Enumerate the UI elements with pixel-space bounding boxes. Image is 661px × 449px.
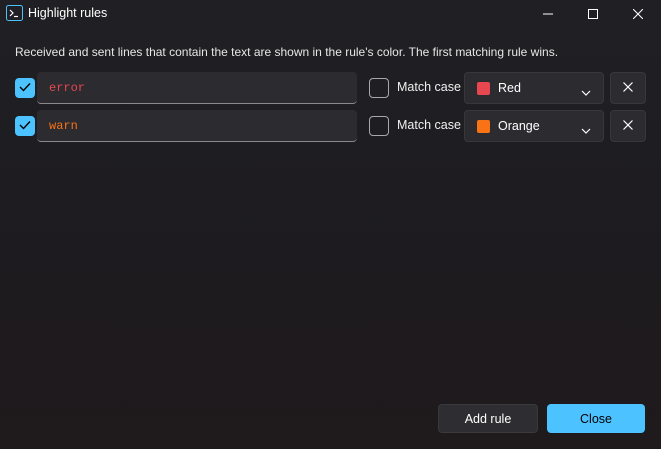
close-button[interactable]: Close [547, 404, 645, 433]
minimize-button[interactable] [525, 0, 571, 30]
window-close-button[interactable] [615, 0, 661, 30]
chevron-down-icon [581, 122, 591, 134]
rule-enabled-checkbox[interactable] [15, 78, 35, 98]
rule-pattern-text: warn [49, 118, 78, 133]
color-name: Red [498, 81, 521, 95]
title-bar: Highlight rules [0, 0, 661, 30]
close-icon [632, 6, 644, 24]
rule-pattern-text: error [49, 80, 86, 95]
add-rule-button[interactable]: Add rule [438, 404, 538, 433]
rule-pattern-input[interactable]: warn [37, 110, 357, 142]
maximize-button[interactable] [570, 0, 616, 30]
color-swatch [477, 82, 490, 95]
checkmark-icon [19, 117, 31, 135]
match-case-checkbox[interactable] [369, 78, 389, 98]
rule-color-select[interactable]: Orange [464, 110, 604, 142]
window-title: Highlight rules [28, 6, 108, 20]
rule-row: warn Match case Orange [0, 110, 661, 142]
highlight-rules-dialog: Highlight rules Received and sent lines … [0, 0, 661, 449]
rules-description: Received and sent lines that contain the… [15, 45, 559, 59]
close-icon [623, 79, 633, 97]
close-icon [623, 117, 633, 135]
terminal-app-icon [6, 5, 23, 21]
rule-row: error Match case Red [0, 72, 661, 104]
match-case-checkbox[interactable] [369, 116, 389, 136]
match-case-label: Match case [397, 118, 461, 132]
rule-color-select[interactable]: Red [464, 72, 604, 104]
color-name: Orange [498, 119, 540, 133]
color-swatch [477, 120, 490, 133]
remove-rule-button[interactable] [610, 72, 646, 104]
rule-pattern-input[interactable]: error [37, 72, 357, 104]
minimize-icon [543, 6, 553, 24]
rule-enabled-checkbox[interactable] [15, 116, 35, 136]
remove-rule-button[interactable] [610, 110, 646, 142]
match-case-label: Match case [397, 80, 461, 94]
checkmark-icon [19, 79, 31, 97]
maximize-icon [588, 6, 598, 24]
chevron-down-icon [581, 84, 591, 96]
